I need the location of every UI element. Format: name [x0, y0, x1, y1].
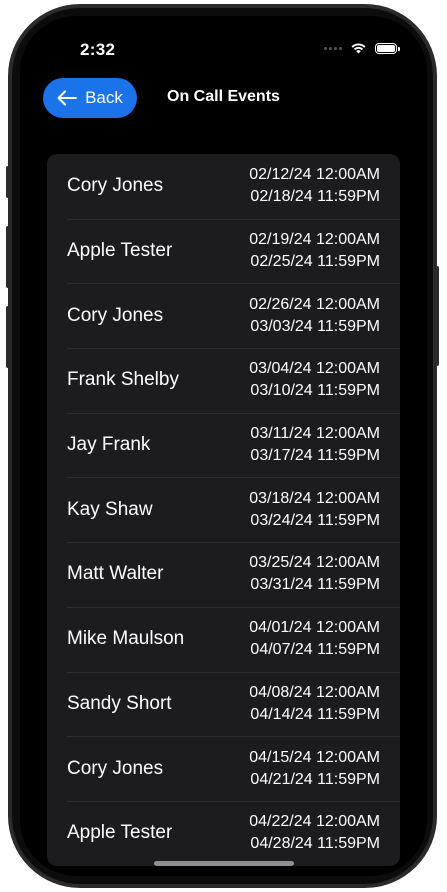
event-end: 03/31/24 11:59PM — [250, 576, 380, 594]
event-name: Matt Walter — [67, 563, 164, 585]
event-start: 02/12/24 12:00AM — [249, 166, 380, 184]
event-end: 03/03/24 11:59PM — [250, 317, 380, 335]
event-name: Cory Jones — [67, 304, 164, 326]
event-dates: 03/25/24 12:00AM 03/31/24 11:59PM — [249, 552, 380, 596]
event-start: 04/08/24 12:00AM — [249, 683, 380, 701]
back-button[interactable]: Back — [43, 78, 137, 118]
status-time: 2:32 — [80, 40, 116, 59]
event-end: 03/17/24 11:59PM — [250, 447, 380, 465]
event-name: Apple Tester — [67, 240, 173, 262]
event-name: Sandy Short — [67, 692, 172, 714]
event-end: 04/14/24 11:59PM — [250, 705, 380, 723]
event-name: Mike Maulson — [67, 628, 185, 650]
event-start: 04/22/24 12:00AM — [249, 813, 380, 831]
arrow-left-icon — [57, 90, 78, 106]
list-item[interactable]: Apple Tester 02/19/24 12:00AM 02/25/24 1… — [47, 218, 400, 284]
wifi-icon — [351, 43, 366, 54]
event-end: 03/24/24 11:59PM — [250, 511, 380, 529]
list-item[interactable]: Matt Walter 03/25/24 12:00AM 03/31/24 11… — [47, 542, 400, 607]
event-dates: 02/12/24 12:00AM 02/18/24 11:59PM — [249, 164, 380, 208]
action-button — [6, 166, 11, 198]
event-dates: 02/26/24 12:00AM 03/03/24 11:59PM — [249, 294, 380, 338]
event-dates: 04/01/24 12:00AM 04/07/24 11:59PM — [249, 617, 380, 661]
event-start: 03/25/24 12:00AM — [249, 554, 380, 572]
volume-up-button — [6, 226, 11, 288]
event-name: Jay Frank — [67, 434, 151, 456]
back-button-label: Back — [85, 88, 123, 107]
event-start: 04/01/24 12:00AM — [249, 619, 380, 637]
event-dates: 04/22/24 12:00AM 04/28/24 11:59PM — [249, 811, 380, 855]
list-item[interactable]: Mike Maulson 04/01/24 12:00AM 04/07/24 1… — [47, 606, 400, 672]
list-item[interactable]: Frank Shelby 03/04/24 12:00AM 03/10/24 1… — [47, 348, 400, 413]
event-end: 04/21/24 11:59PM — [250, 770, 380, 788]
navigation-bar: Back On Call Events — [20, 78, 427, 120]
event-start: 02/26/24 12:00AM — [249, 295, 380, 313]
list-item[interactable]: Cory Jones 02/26/24 12:00AM 03/03/24 11:… — [47, 283, 400, 348]
event-dates: 03/11/24 12:00AM 03/17/24 11:59PM — [250, 423, 380, 467]
list-item[interactable]: Apple Tester 04/22/24 12:00AM 04/28/24 1… — [47, 800, 400, 866]
list-item[interactable]: Sandy Short 04/08/24 12:00AM 04/14/24 11… — [47, 671, 400, 737]
list-item[interactable]: Cory Jones 04/15/24 12:00AM 04/21/24 11:… — [47, 736, 400, 801]
event-dates: 03/18/24 12:00AM 03/24/24 11:59PM — [249, 488, 380, 532]
event-name: Cory Jones — [67, 757, 164, 779]
on-call-events-list[interactable]: Cory Jones 02/12/24 12:00AM 02/18/24 11:… — [47, 154, 400, 866]
event-end: 04/07/24 11:59PM — [250, 641, 380, 659]
event-start: 03/18/24 12:00AM — [249, 489, 380, 507]
status-bar: 2:32 — [20, 16, 427, 76]
screen: 2:32 Back On Call Events Cory Jones 02/1… — [20, 16, 427, 876]
volume-down-button — [6, 306, 11, 368]
page-title: On Call Events — [167, 88, 280, 105]
event-start: 04/15/24 12:00AM — [249, 748, 380, 766]
event-dates: 02/19/24 12:00AM 02/25/24 11:59PM — [249, 229, 380, 273]
event-end: 03/10/24 11:59PM — [250, 382, 380, 400]
event-start: 03/04/24 12:00AM — [249, 360, 380, 378]
list-item[interactable]: Cory Jones 02/12/24 12:00AM 02/18/24 11:… — [47, 154, 400, 219]
battery-icon — [375, 42, 400, 54]
power-button — [434, 266, 439, 366]
list-item[interactable]: Jay Frank 03/11/24 12:00AM 03/17/24 11:5… — [47, 412, 400, 478]
list-item[interactable]: Kay Shaw 03/18/24 12:00AM 03/24/24 11:59… — [47, 477, 400, 542]
event-dates: 04/15/24 12:00AM 04/21/24 11:59PM — [249, 747, 380, 791]
status-icons — [324, 42, 400, 54]
event-dates: 03/04/24 12:00AM 03/10/24 11:59PM — [249, 358, 380, 402]
event-name: Frank Shelby — [67, 369, 179, 391]
home-indicator[interactable] — [154, 861, 294, 866]
event-dates: 04/08/24 12:00AM 04/14/24 11:59PM — [249, 682, 380, 726]
cellular-signal-icon — [324, 46, 342, 50]
event-start: 03/11/24 12:00AM — [250, 425, 380, 443]
event-end: 02/18/24 11:59PM — [250, 188, 380, 206]
event-end: 04/28/24 11:59PM — [250, 835, 380, 853]
event-start: 02/19/24 12:00AM — [249, 231, 380, 249]
event-name: Apple Tester — [67, 822, 173, 844]
event-name: Cory Jones — [67, 175, 164, 197]
event-end: 02/25/24 11:59PM — [250, 253, 380, 271]
event-name: Kay Shaw — [67, 498, 153, 520]
